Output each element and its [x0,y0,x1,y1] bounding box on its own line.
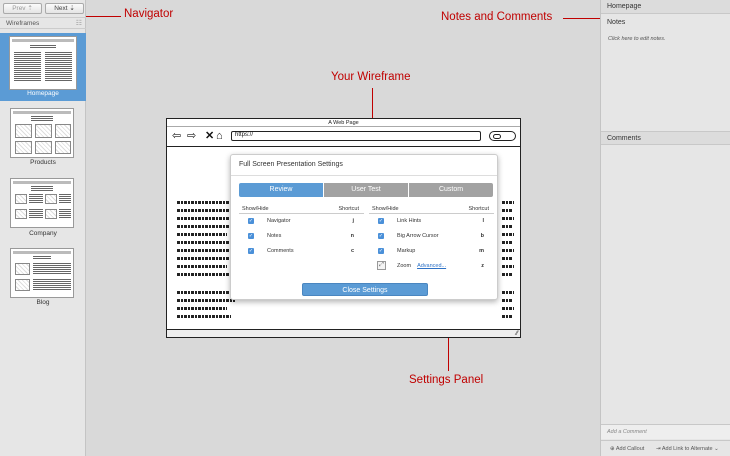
annotation-line [563,18,600,19]
page-label: Products [30,159,56,166]
comments-title: Comments [607,135,641,142]
setting-label: Link Hints [397,218,422,224]
prev-page-button[interactable]: Prev ⇡ [3,3,42,14]
shortcut-header: Shortcut [468,206,489,212]
resize-handle-icon: ⁄⁄ [515,331,518,337]
page-label: Homepage [27,90,59,97]
add-link-label: Add Link to Alternate [661,446,713,452]
setting-label: Big Arrow Cursor [397,233,439,239]
page-title-header: Homepage [601,0,730,14]
shortcut-header: Shortcut [338,206,359,212]
zoom-icon: ⤢ [377,261,386,270]
thumbnail-image [10,178,74,228]
page-label: Company [29,230,57,237]
mode-tabs: Review User Test Custom [239,183,493,197]
annotation-settings-panel: Settings Panel [409,374,484,386]
page-thumbnail-blog[interactable]: Blog [0,243,86,311]
comments-header: Comments [601,131,730,145]
add-callout-button[interactable]: ⊕ Add Callout [610,446,644,452]
forward-arrow-icon: ⇨ [187,130,197,142]
divider [231,175,497,176]
setting-label: Zoom Advanced... [397,263,446,269]
back-arrow-icon: ⇦ [172,130,182,142]
page-thumbnail-products[interactable]: Products [0,103,86,171]
zoom-label: Zoom [397,263,412,269]
browser-title: A Web Page [167,119,520,127]
navigator-title: Wireframes [6,20,40,27]
setting-row-markup: ✓ Markup m [369,244,494,259]
markup-checkbox[interactable]: ✓ [378,248,384,254]
browser-toolbar: ⇦ ⇨ ✕ ⌂ https:// [167,127,520,147]
comment-toolbar: ⊕ Add Callout ⇥ Add Link to Alternate ⌄ [601,440,730,456]
close-settings-button[interactable]: Close Settings [302,283,428,296]
setting-row-navigator: ✓ Navigator j [239,214,364,229]
search-icon [489,131,516,141]
navigator-checkbox[interactable]: ✓ [248,218,254,224]
settings-title: Full Screen Presentation Settings [239,161,343,168]
setting-row-comments: ✓ Comments c [239,244,364,259]
callout-icon: ⊕ [610,446,615,452]
setting-row-notes: ✓ Notes n [239,229,364,244]
shortcut-key: b [480,233,484,239]
shortcut-key: z [481,263,484,269]
settings-column-right: Show/Hide Shortcut ✓ Link Hints l ✓ Big … [369,205,494,274]
comments-checkbox[interactable]: ✓ [248,248,254,254]
tab-user-test[interactable]: User Test [324,183,409,197]
shortcut-key: m [479,248,484,254]
thumbnail-image [9,36,77,90]
setting-label: Markup [397,248,416,254]
page-thumbnail-homepage[interactable]: Homepage [0,33,86,101]
advanced-link[interactable]: Advanced... [417,263,446,269]
setting-label: Comments [267,248,294,254]
url-field: https:// [231,131,481,141]
chevron-down-icon: ⌄ [714,446,719,452]
column-header: Show/Hide Shortcut [369,205,494,214]
shortcut-key: c [350,248,354,254]
shortcut-key: n [350,233,354,239]
setting-label: Notes [267,233,282,239]
page-label: Blog [36,299,50,306]
link-icon: ⇥ [656,446,661,452]
add-callout-label: Add Callout [615,446,645,452]
show-hide-header: Show/Hide [242,206,269,212]
add-link-button[interactable]: ⇥ Add Link to Alternate ⌄ [656,446,719,452]
notes-edit-area[interactable]: Click here to edit notes. [608,36,665,42]
settings-column-left: Show/Hide Shortcut ✓ Navigator j ✓ Notes… [239,205,364,259]
close-icon: ✕ [205,130,215,142]
shortcut-key: l [482,218,484,224]
list-view-icon[interactable]: ☷ [76,19,82,27]
browser-status-bar: ⁄⁄ [167,329,520,337]
navigator-panel: Prev ⇡ Next ⇣ Wireframes ☷ Homepage Prod… [0,0,86,456]
next-page-button[interactable]: Next ⇣ [45,3,84,14]
tab-review[interactable]: Review [239,183,324,197]
annotation-line [86,16,121,17]
settings-dialog: Full Screen Presentation Settings Review… [230,154,498,300]
page-title: Homepage [607,3,642,10]
home-icon: ⌂ [216,130,223,142]
add-comment-placeholder: Add a Comment [607,429,647,435]
annotation-wireframe: Your Wireframe [331,71,411,83]
notes-comments-panel: Homepage Notes Click here to edit notes.… [600,0,730,456]
column-header: Show/Hide Shortcut [239,205,364,214]
notes-label: Notes [607,19,626,26]
thumbnail-image [10,108,74,158]
navigator-header: Wireframes ☷ [0,17,86,29]
setting-label: Navigator [267,218,291,224]
tab-custom[interactable]: Custom [409,183,493,197]
setting-row-zoom: ⤢ Zoom Advanced... z [369,259,494,274]
annotation-notes-comments: Notes and Comments [441,11,553,23]
add-comment-input[interactable]: Add a Comment [601,424,730,439]
link-hints-checkbox[interactable]: ✓ [378,218,384,224]
annotation-navigator: Navigator [124,8,174,20]
thumbnail-image [10,248,74,298]
setting-row-big-arrow-cursor: ✓ Big Arrow Cursor b [369,229,494,244]
notes-checkbox[interactable]: ✓ [248,233,254,239]
big-arrow-cursor-checkbox[interactable]: ✓ [378,233,384,239]
page-thumbnail-company[interactable]: Company [0,173,86,241]
show-hide-header: Show/Hide [372,206,399,212]
setting-row-link-hints: ✓ Link Hints l [369,214,494,229]
shortcut-key: j [352,218,354,224]
